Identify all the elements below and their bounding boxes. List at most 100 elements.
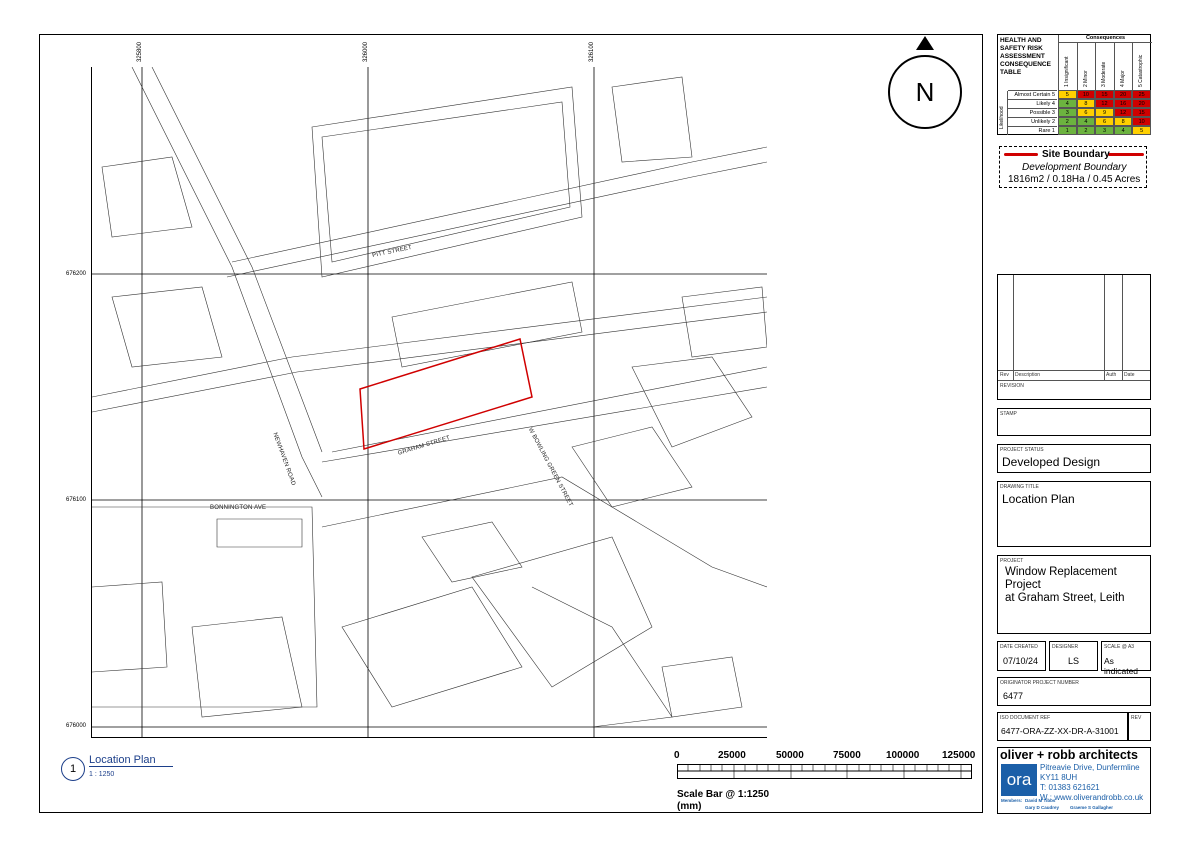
designer-label: DESIGNER — [1052, 644, 1079, 650]
view-number: 1 — [61, 757, 85, 781]
project-status-panel: PROJECT STATUS Developed Design — [997, 444, 1151, 473]
risk-score-cell: 6 — [1076, 108, 1096, 117]
scale-tick-5: 125000 — [942, 750, 976, 761]
map-linework — [92, 67, 767, 737]
grid-label-y1: 676200 — [66, 271, 87, 277]
project-line-2: Project — [1005, 579, 1041, 591]
iso-ref-panel: ISO DOCUMENT REF 6477-ORA-ZZ-XX-DR-A-310… — [997, 712, 1128, 741]
risk-score-cell: 15 — [1132, 108, 1151, 117]
consequence-heading: 1 Insignificant — [1058, 43, 1077, 90]
risk-score-cell: 1 — [1058, 126, 1077, 135]
likelihood-row-label: Rare 1 — [1008, 126, 1057, 135]
risk-score-cell: 8 — [1113, 117, 1133, 126]
revision-panel: Rev Description Auth Date REVISION — [997, 274, 1151, 400]
firm-panel: oliver + robb architects ora Pitreavie D… — [997, 747, 1151, 814]
risk-score-cell: 5 — [1132, 126, 1151, 135]
consequence-heading: 2 Minor — [1076, 43, 1096, 90]
scale-value: As indicated — [1104, 656, 1139, 676]
likelihood-header-cell: Likelihood — [999, 91, 1008, 135]
grid-label-y3: 676000 — [66, 723, 87, 729]
iso-ref-label: ISO DOCUMENT REF — [1000, 715, 1051, 721]
grid-label-x1: 325800 — [137, 41, 143, 62]
view-title: Location Plan — [89, 754, 173, 767]
site-area: 1816m2 / 0.18Ha / 0.45 Acres — [1008, 174, 1141, 185]
risk-score-cell: 6 — [1095, 117, 1114, 126]
consequence-label: 2 Minor — [1082, 70, 1089, 87]
consequence-label: 3 Moderate — [1101, 61, 1108, 87]
member-2: Gary D Caudrey — [1025, 805, 1060, 810]
project-status-label: PROJECT STATUS — [1000, 447, 1044, 453]
site-boundary-label: Site Boundary — [1042, 149, 1110, 160]
scale-tick-1: 25000 — [718, 750, 746, 761]
originator-panel: ORIGINATOR PROJECT NUMBER 6477 — [997, 677, 1151, 706]
project-label: PROJECT — [1000, 558, 1024, 564]
risk-score-cell: 25 — [1132, 90, 1151, 99]
member-3: Graeme S Gallagher — [1070, 805, 1114, 810]
rev-label: REV — [1131, 715, 1142, 721]
risk-table: HEALTH AND SAFETY RISK ASSESSMENT CONSEQ… — [997, 34, 1152, 135]
consequence-label: 4 Major — [1119, 70, 1126, 87]
risk-score-cell: 20 — [1132, 99, 1151, 108]
scale-tick-0: 0 — [674, 750, 680, 761]
scale-label: SCALE @ A3 — [1104, 644, 1135, 650]
date-created-label: DATE CREATED — [1000, 644, 1038, 650]
risk-score-cell: 16 — [1113, 99, 1133, 108]
grid-label-y2: 676100 — [66, 497, 87, 503]
risk-score-cell: 5 — [1058, 90, 1077, 99]
consequence-heading: 4 Major — [1113, 43, 1133, 90]
originator-label: ORIGINATOR PROJECT NUMBER — [1000, 680, 1079, 686]
risk-score-cell: 2 — [1076, 126, 1096, 135]
scale-bar-label: Scale Bar @ 1:1250 — [677, 789, 770, 800]
risk-score-cell: 12 — [1095, 99, 1114, 108]
member-1: David M Tibbs — [1025, 798, 1056, 803]
risk-score-cell: 3 — [1058, 108, 1077, 117]
risk-score-cell: 12 — [1113, 108, 1133, 117]
scale-tick-4: 100000 — [886, 750, 920, 761]
scale-panel: SCALE @ A3 As indicated — [1101, 641, 1151, 676]
risk-score-cell: 3 — [1095, 126, 1114, 135]
view-scale: 1 : 1250 — [89, 771, 115, 778]
risk-score-cell: 10 — [1132, 117, 1151, 126]
scale-bar — [677, 764, 972, 779]
members-label: Members: — [1001, 798, 1023, 803]
firm-website: W : www.oliverandrobb.co.uk — [1040, 793, 1144, 802]
risk-score-cell: 9 — [1095, 108, 1114, 117]
consequence-label: 1 Insignificant — [1064, 56, 1070, 87]
likelihood-row-label: Likely 4 — [1008, 99, 1057, 108]
designer-value: LS — [1068, 656, 1080, 666]
risk-score-cell: 4 — [1058, 99, 1077, 108]
firm-address-2: KY11 8UH — [1040, 773, 1078, 782]
firm-telephone: T: 01383 621621 — [1040, 783, 1100, 792]
auth-column-header: Auth — [1106, 372, 1117, 378]
firm-logo: ora — [1001, 764, 1037, 796]
project-line-1: Window Replacement — [1005, 566, 1117, 578]
risk-score-cell: 4 — [1113, 126, 1133, 135]
risk-score-cell: 20 — [1113, 90, 1133, 99]
drawing-title-value: Location Plan — [1002, 492, 1075, 506]
date-created-value: 07/10/24 — [1003, 656, 1039, 666]
grid-label-x3: 326100 — [589, 41, 595, 62]
consequences-header: Consequences — [1058, 35, 1152, 43]
date-column-header: Date — [1124, 372, 1135, 378]
originator-value: 6477 — [1003, 691, 1024, 701]
likelihood-header: Likelihood — [999, 106, 1005, 129]
drawing-title-panel: DRAWING TITLE Location Plan — [997, 481, 1151, 547]
description-column-header: Description — [1015, 372, 1041, 378]
scale-bar-unit: (mm) — [677, 801, 702, 812]
project-panel: PROJECT Window Replacement Project at Gr… — [997, 555, 1151, 634]
site-boundary — [359, 338, 533, 450]
revision-label: REVISION — [1000, 383, 1024, 389]
designer-panel: DESIGNER LS — [1049, 641, 1098, 671]
site-boundary-swatch — [1004, 153, 1038, 156]
project-status-value: Developed Design — [1002, 455, 1101, 469]
consequence-label: 5 Catastrophic — [1138, 54, 1145, 87]
project-line-3: at Graham Street, Leith — [1005, 592, 1125, 604]
rev-column-header: Rev — [1000, 372, 1009, 378]
drawing-title-label: DRAWING TITLE — [1000, 484, 1039, 490]
development-boundary-label: Development Boundary — [1022, 162, 1127, 173]
north-arrow-icon — [916, 36, 934, 50]
likelihood-row-label: Possible 3 — [1008, 108, 1057, 117]
scale-tick-3: 75000 — [833, 750, 861, 761]
legend-box: Site Boundary Development Boundary 1816m… — [999, 146, 1147, 188]
date-created-panel: DATE CREATED 07/10/24 — [997, 641, 1046, 671]
